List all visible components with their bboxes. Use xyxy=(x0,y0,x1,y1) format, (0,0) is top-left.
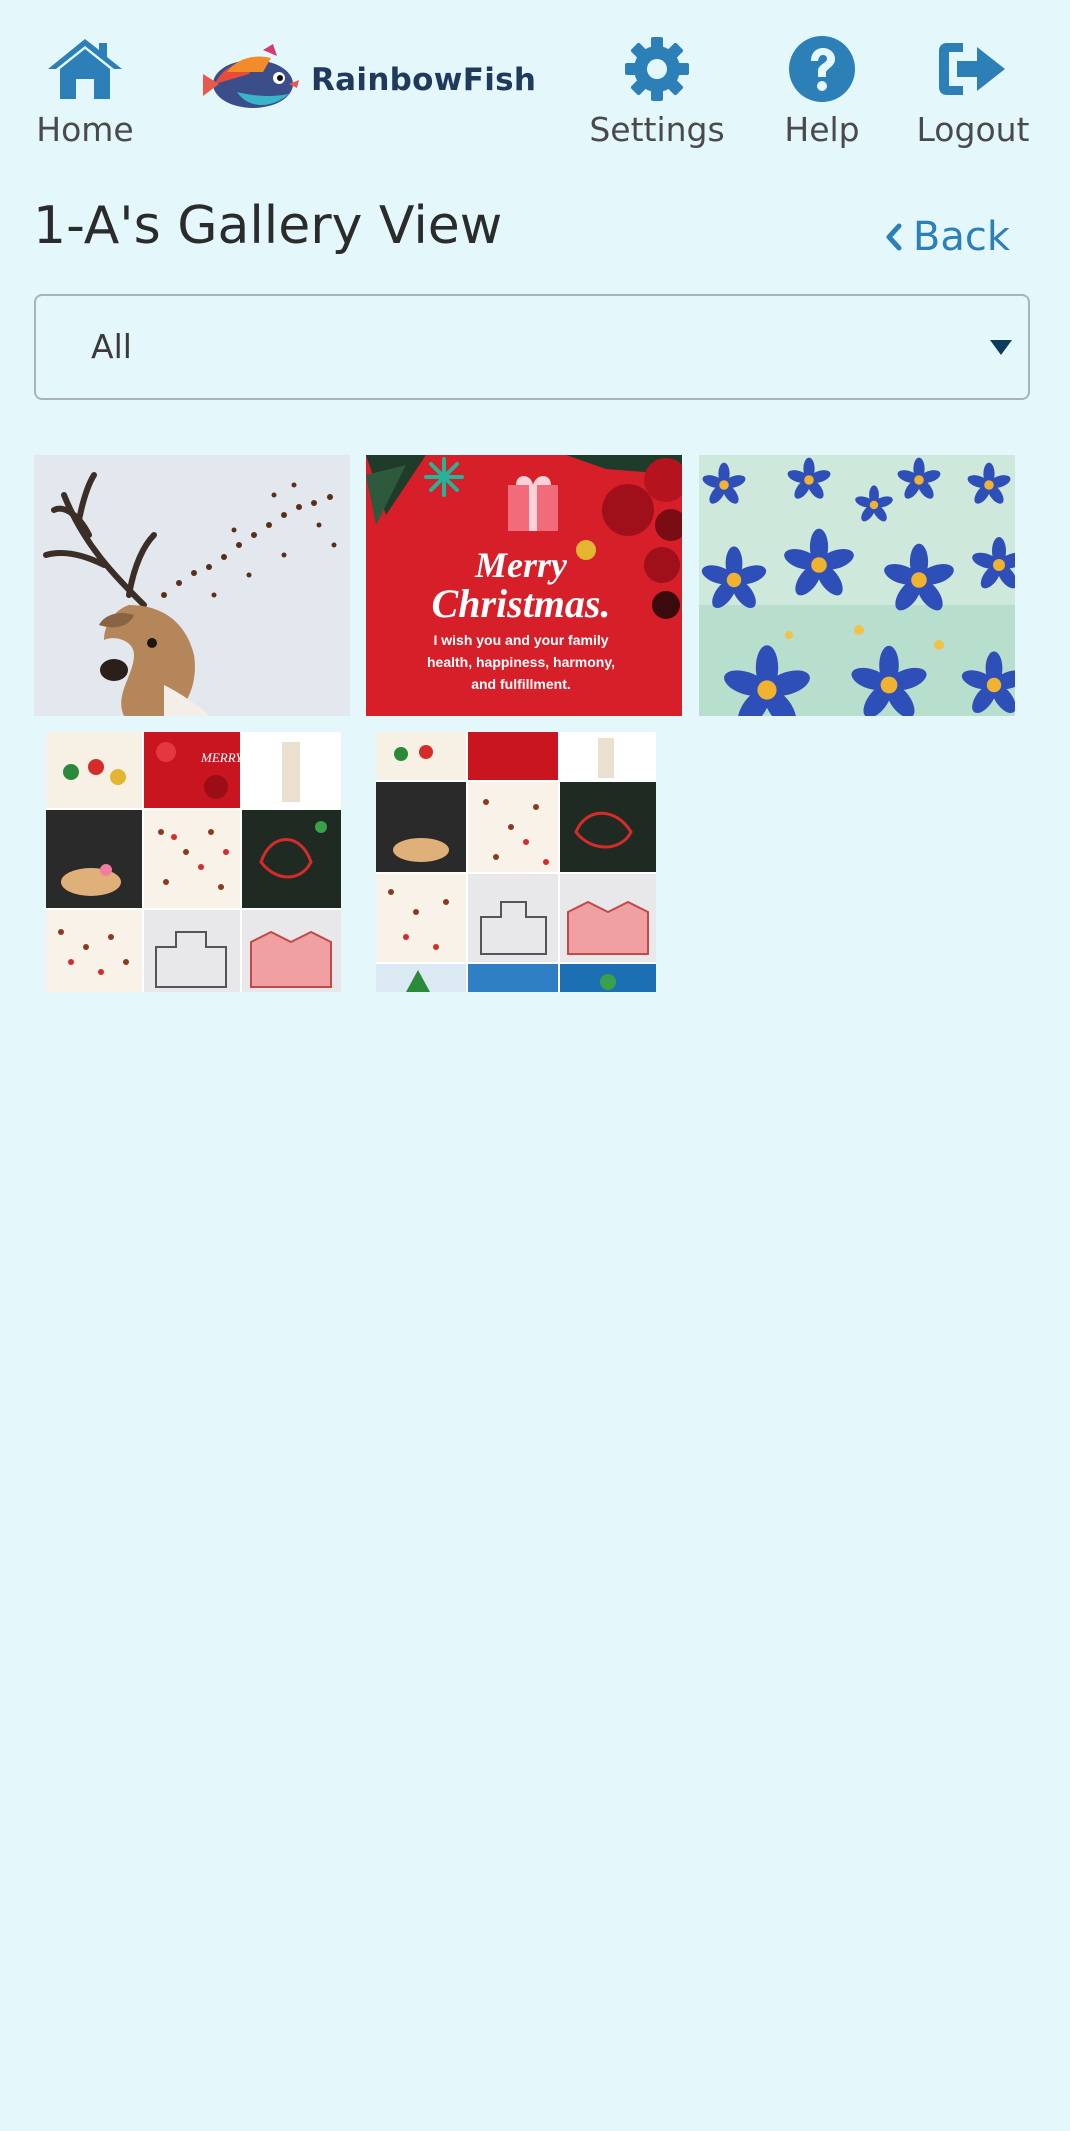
card-message-line2: health, happiness, harmony, xyxy=(427,654,615,670)
top-nav: Home RainbowFish Settings Help Logout xyxy=(0,0,1070,170)
nav-help[interactable]: Help xyxy=(772,36,872,149)
gallery-item-christmas-card[interactable]: Merry Christmas. I wish you and your fam… xyxy=(366,455,682,716)
gear-icon xyxy=(624,36,690,102)
page-title: 1-A's Gallery View xyxy=(33,196,503,256)
caret-down-icon xyxy=(990,340,1012,355)
card-message-line1: I wish you and your family xyxy=(433,632,608,648)
chevron-left-icon xyxy=(885,223,903,251)
christmas-card-image: Merry Christmas. I wish you and your fam… xyxy=(366,455,682,716)
sign-out-icon xyxy=(937,36,1009,102)
gallery-item-blue-flowers[interactable] xyxy=(699,455,1015,716)
nav-home[interactable]: Home xyxy=(28,36,142,149)
card-message-line3: and fulfillment. xyxy=(471,676,571,692)
card-title-line2: Christmas. xyxy=(432,581,611,626)
collage-image-1: MERRY xyxy=(46,732,341,992)
gallery-item-collage-1[interactable]: MERRY xyxy=(46,732,341,992)
nav-logout-label: Logout xyxy=(916,110,1030,149)
filter-selected-value: All xyxy=(91,327,132,366)
gallery-item-collage-2[interactable] xyxy=(376,732,656,992)
nav-home-label: Home xyxy=(36,110,134,149)
brand-logo: RainbowFish xyxy=(193,44,536,116)
category-filter-select[interactable]: All xyxy=(34,294,1030,400)
back-button[interactable]: Back xyxy=(885,214,1010,260)
svg-text:MERRY: MERRY xyxy=(200,750,244,765)
flowers-artwork-image xyxy=(699,455,1015,716)
question-circle-icon xyxy=(788,36,856,102)
deer-artwork-image xyxy=(34,455,350,716)
nav-settings-label: Settings xyxy=(589,110,725,149)
nav-logout[interactable]: Logout xyxy=(910,36,1036,149)
card-title-line1: Merry xyxy=(474,545,568,585)
nav-help-label: Help xyxy=(784,110,860,149)
collage-image-2 xyxy=(376,732,656,992)
nav-settings[interactable]: Settings xyxy=(582,36,732,149)
brand-name: RainbowFish xyxy=(311,62,537,98)
home-icon xyxy=(45,36,125,102)
rainbowfish-logo-icon xyxy=(203,44,299,108)
gallery-item-deer[interactable] xyxy=(34,455,350,716)
back-label: Back xyxy=(912,214,1010,260)
